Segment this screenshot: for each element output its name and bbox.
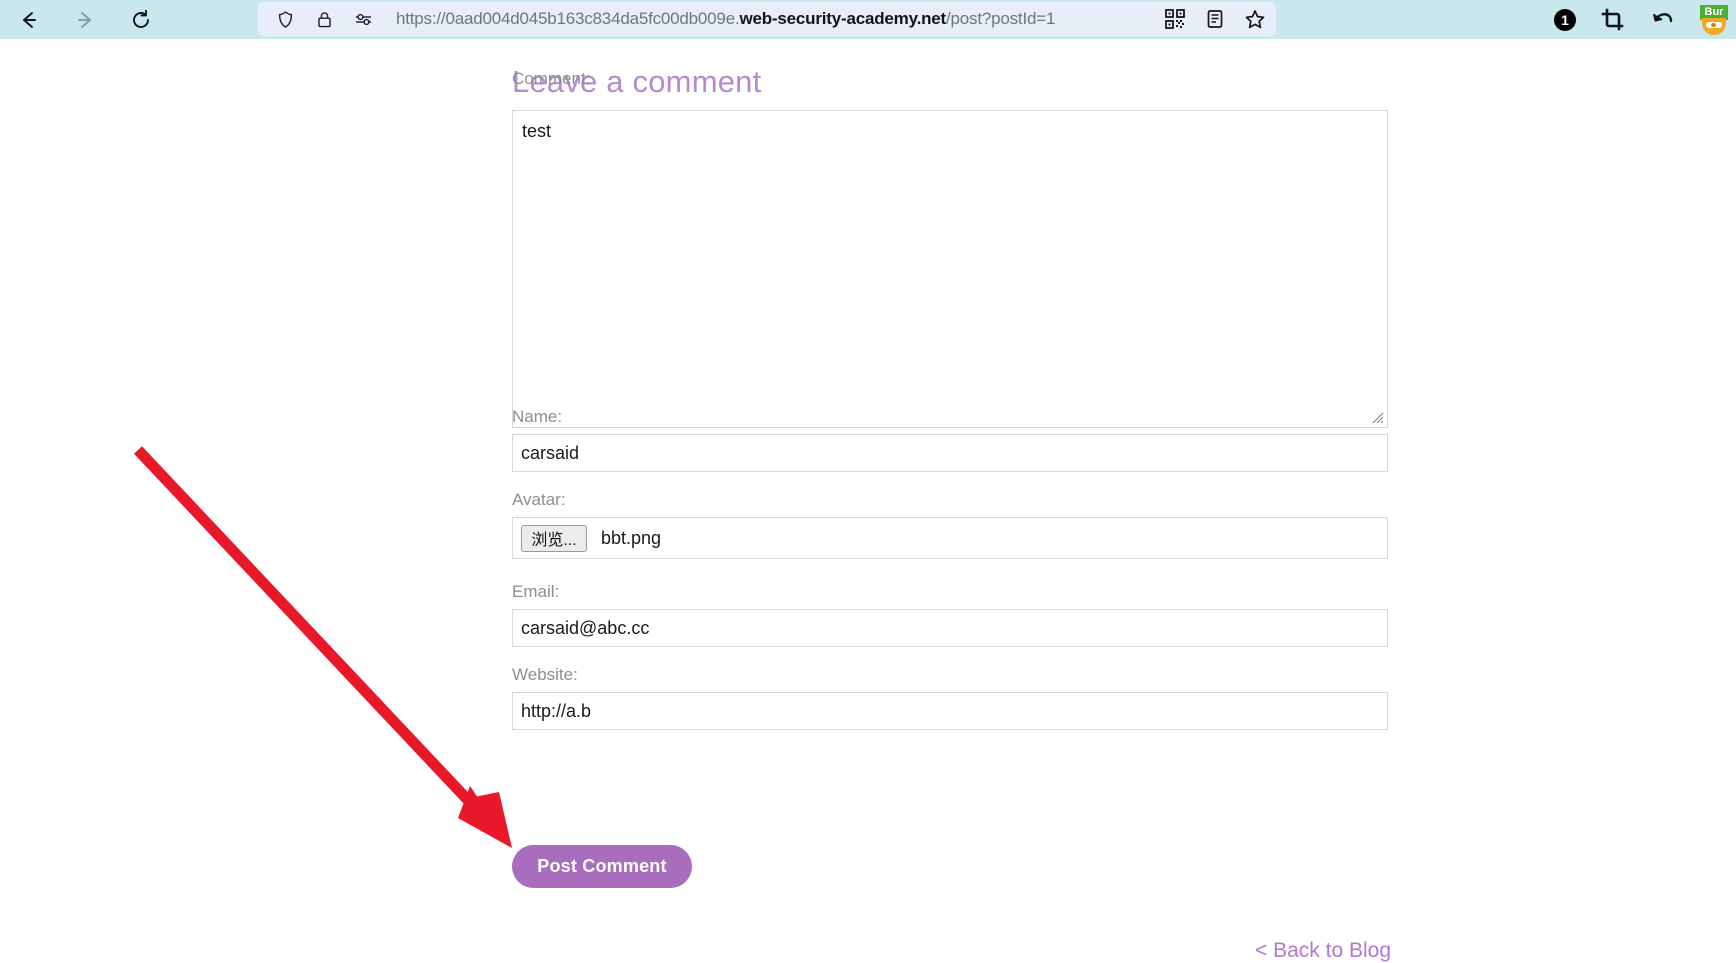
website-input[interactable]	[512, 692, 1388, 730]
comment-value: test	[522, 121, 552, 141]
qr-code-icon[interactable]	[1162, 6, 1188, 32]
browse-button[interactable]: 浏览...	[521, 524, 587, 552]
email-input[interactable]	[512, 609, 1388, 647]
browser-toolbar: https://0aad004d045b163c834da5fc00db009e…	[0, 0, 1736, 39]
address-bar-actions	[1162, 2, 1268, 36]
email-label: Email:	[512, 582, 560, 601]
crop-icon[interactable]	[1600, 7, 1626, 33]
url-domain: web-security-academy.net	[739, 9, 946, 28]
website-label: Website:	[512, 665, 578, 684]
undo-icon[interactable]	[1650, 7, 1676, 33]
reload-button[interactable]	[124, 3, 158, 37]
avatar-label: Avatar:	[512, 490, 566, 509]
comment-label: Comment:	[512, 69, 591, 88]
url-text[interactable]: https://0aad004d045b163c834da5fc00db009e…	[396, 9, 1055, 29]
email-field-group: Email:	[512, 582, 1388, 647]
back-arrow-icon	[23, 11, 36, 28]
comment-textarea[interactable]: test	[512, 110, 1388, 428]
burp-suite-extension-icon[interactable]: Bur	[1700, 4, 1728, 35]
name-label: Name:	[512, 407, 563, 426]
back-to-blog-link[interactable]: < Back to Blog	[1255, 939, 1391, 963]
shield-icon[interactable]	[272, 6, 298, 32]
forward-arrow-icon	[78, 11, 91, 28]
address-bar-icons	[272, 6, 376, 32]
notification-badge[interactable]: 1	[1554, 8, 1576, 31]
address-bar[interactable]: https://0aad004d045b163c834da5fc00db009e…	[258, 2, 1276, 36]
name-field-group: Name:	[512, 407, 1388, 472]
back-button[interactable]	[12, 3, 46, 37]
bookmark-star-icon[interactable]	[1242, 6, 1268, 32]
avatar-file-input[interactable]: 浏览... bbt.png	[512, 517, 1388, 559]
lock-icon[interactable]	[311, 6, 337, 32]
reader-view-icon[interactable]	[1202, 6, 1228, 32]
page-content: Leave a comment Comment: test Name: Avat…	[0, 39, 1736, 962]
avatar-file-name: bbt.png	[601, 527, 662, 548]
extension-toolbar: 1 Bur	[1554, 0, 1728, 39]
post-comment-button[interactable]: Post Comment	[512, 845, 692, 888]
comment-field-group: Comment:	[512, 69, 590, 96]
burp-logo	[1702, 17, 1726, 35]
forward-button[interactable]	[68, 3, 102, 37]
url-path: /post?postId=1	[946, 9, 1056, 28]
site-permissions-icon[interactable]	[350, 6, 376, 32]
website-field-group: Website:	[512, 665, 1388, 730]
url-subdomain: 0aad004d045b163c834da5fc00db009e.	[445, 9, 740, 28]
url-scheme: https://	[396, 9, 446, 28]
navigation-buttons	[12, 3, 158, 37]
reload-icon	[133, 9, 149, 28]
name-input[interactable]	[512, 434, 1388, 472]
avatar-field-group: Avatar: 浏览... bbt.png	[512, 490, 1388, 559]
